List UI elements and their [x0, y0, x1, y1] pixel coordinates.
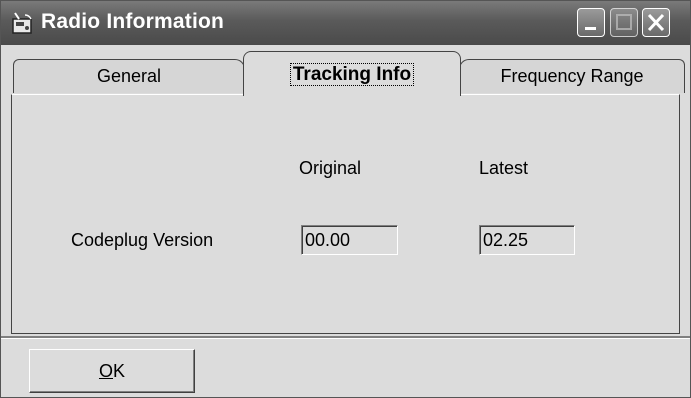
minimize-button[interactable] [577, 8, 605, 37]
codeplug-version-label: Codeplug Version [71, 230, 214, 250]
close-button[interactable] [642, 8, 670, 37]
radio-information-window: Radio Information General Frequency Rang… [0, 0, 691, 398]
ok-button[interactable]: OK [29, 349, 195, 393]
codeplug-latest-field: 02.25 [479, 225, 575, 255]
minimize-icon [585, 27, 596, 30]
tab-frequency-range[interactable]: Frequency Range [459, 59, 685, 93]
ok-mnemonic: O [98, 361, 113, 381]
latest-column-header: Latest [479, 158, 529, 178]
tracking-info-panel: Original Latest Codeplug Version 00.00 0… [11, 94, 680, 334]
maximize-button[interactable] [610, 8, 638, 37]
tab-strip: General Frequency Range Tracking Info [1, 47, 690, 96]
tab-tracking-info-label: Tracking Info [289, 63, 415, 86]
close-icon [647, 13, 665, 32]
tab-general[interactable]: General [13, 59, 245, 93]
tab-tracking-info[interactable]: Tracking Info [243, 51, 461, 96]
radio-app-icon [12, 12, 32, 34]
maximize-icon [616, 14, 632, 30]
original-column-header: Original [299, 158, 362, 178]
ok-label: K [113, 361, 126, 381]
window-title: Radio Information [41, 10, 225, 33]
codeplug-original-field: 00.00 [301, 225, 398, 255]
divider [1, 336, 690, 339]
title-bar[interactable]: Radio Information [1, 1, 690, 45]
